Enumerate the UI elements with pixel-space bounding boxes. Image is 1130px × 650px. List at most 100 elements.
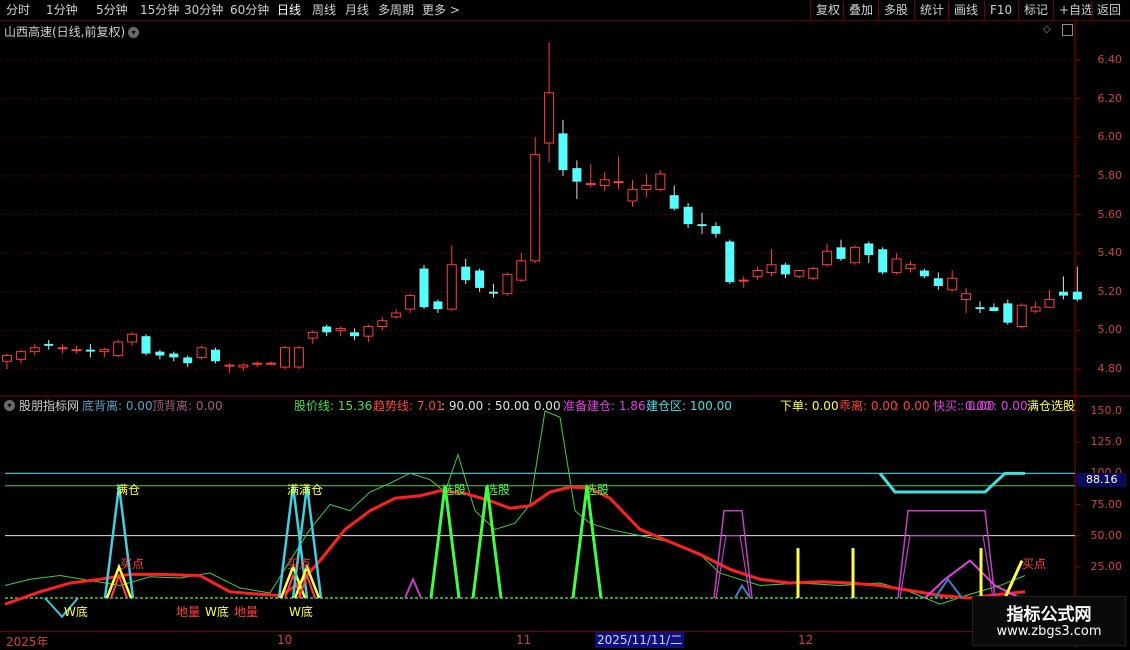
candle-body [752, 270, 763, 277]
candle-body [169, 353, 179, 358]
candle-body [1072, 291, 1082, 300]
label-prepare-build: 准备建仓: 1.86 [563, 399, 646, 413]
indicator-axis-label: 50.00 [1090, 528, 1123, 542]
candle-body [864, 243, 874, 256]
indicator-axis-label: 25.00 [1090, 559, 1123, 573]
candle-body [363, 326, 374, 337]
candle-body [530, 154, 541, 262]
full-position-spike [103, 485, 135, 599]
candle-body [558, 133, 568, 171]
candle-body [238, 364, 249, 368]
current-value-box: 88.16 [1076, 473, 1126, 487]
candle-body [516, 260, 527, 281]
fast-buy-box [713, 509, 753, 599]
date-label-year: 2025年 [6, 635, 49, 649]
candle-body [669, 195, 679, 209]
indicator-axis-label: 125.0 [1090, 435, 1123, 449]
candle-body [475, 270, 485, 288]
candle-body [1003, 303, 1013, 323]
label-level-0: : 0.00 [526, 399, 561, 413]
candle-body [2, 354, 12, 362]
price-axis-label: 5.80 [1097, 168, 1123, 182]
candle-body [1016, 304, 1027, 328]
candle-body [419, 268, 429, 308]
candle-body [307, 331, 318, 339]
date-cursor: 2025/11/11/二 [595, 632, 685, 648]
candle-body [989, 307, 999, 312]
candle-body [961, 293, 972, 300]
candle-body [350, 332, 359, 337]
price-axis-label: 5.40 [1097, 246, 1123, 260]
candle-body [655, 173, 666, 190]
candle-body [183, 357, 193, 364]
candle-body [794, 270, 805, 277]
build-zone-dip [878, 471, 1025, 494]
candle-body [446, 264, 457, 310]
candle-body [613, 181, 624, 184]
candle-body [266, 362, 277, 365]
select-stock-spike [429, 485, 461, 599]
indicator-annotation: W底 [205, 605, 229, 619]
price-axis-label: 5.00 [1097, 323, 1123, 337]
indicator-annotation: 满满仓 [287, 483, 324, 497]
label-level-90: : 90.00 [441, 399, 484, 413]
candle-body [127, 333, 138, 343]
label-order: 下单: 0.00 [780, 399, 839, 413]
candle-body [211, 349, 220, 362]
indicator-annotation: 买点 [287, 557, 312, 571]
indicator-annotation: 满仓 [116, 483, 141, 497]
select-stock-spike [571, 485, 603, 599]
price-axis-label: 6.20 [1097, 91, 1123, 105]
candle-body [322, 326, 332, 333]
candle-body [391, 312, 402, 318]
indicator-annotation: 选股 [486, 483, 511, 497]
indicator-header: ▾ 股朋指标网 底背离: 0.00 顶背离: 0.00 股价线: 15.36 趋… [0, 398, 1080, 414]
candle-body [738, 279, 749, 282]
indicator-collapse-icon[interactable]: ▾ [4, 400, 15, 411]
candle-body [905, 264, 916, 270]
candle-body [293, 347, 304, 368]
candle-body [878, 249, 888, 273]
indicator-annotation: W底 [64, 605, 88, 619]
label-price-line: 股价线: 15.36 [294, 399, 373, 413]
candle-body [224, 364, 235, 367]
candle-body [697, 224, 707, 227]
date-axis: 2025年 10 11 2025/11/11/二 12 [0, 631, 1080, 649]
date-label-oct: 10 [277, 633, 293, 647]
label-build-zone: 建仓区: 100.00 [646, 399, 732, 413]
fast-buy-box-inner [899, 535, 994, 599]
candle-body [933, 278, 943, 286]
indicator-axis-label: 150.0 [1090, 404, 1123, 417]
indicator-name[interactable]: 股朋指标网 [19, 398, 79, 414]
candle-body [335, 327, 346, 331]
candle-body [975, 307, 985, 310]
candle-body [1030, 306, 1041, 312]
label-bias: 乖离: 0.00 [839, 399, 898, 413]
candle-body [711, 226, 721, 234]
candle-body [808, 268, 819, 279]
indicator-annotation: 选股 [585, 483, 610, 497]
watermark-url: www.zbgs3.com [996, 624, 1102, 639]
candle-body [155, 351, 165, 356]
candle-body [141, 336, 151, 354]
price-axis-label: 5.60 [1097, 207, 1123, 221]
candle-body [585, 183, 596, 186]
label-full-position-select: 满仓选股 [1027, 399, 1076, 413]
watermark-logo: 指标公式网 www.zbgs3.com [972, 596, 1126, 646]
label-top-divergence: 顶背离: 0.00 [152, 399, 223, 413]
candle-body [766, 264, 777, 273]
candle-body [252, 362, 263, 365]
label-fast-buy-3: : 0.00 [993, 399, 1028, 413]
candle-body [71, 349, 82, 352]
indicator-annotation: 地量 [234, 605, 259, 619]
candle-body [99, 349, 110, 353]
candle-body [641, 185, 652, 190]
label-fast-buy-2: : 0.00 [960, 399, 995, 413]
candle-body [15, 351, 26, 360]
indicator-annotation: W底 [289, 605, 313, 619]
candle-body [1044, 298, 1055, 308]
date-label-nov: 11 [516, 633, 532, 647]
price-axis-label: 4.80 [1097, 362, 1123, 375]
date-label-dec: 12 [798, 633, 814, 647]
candle-body [780, 264, 790, 275]
